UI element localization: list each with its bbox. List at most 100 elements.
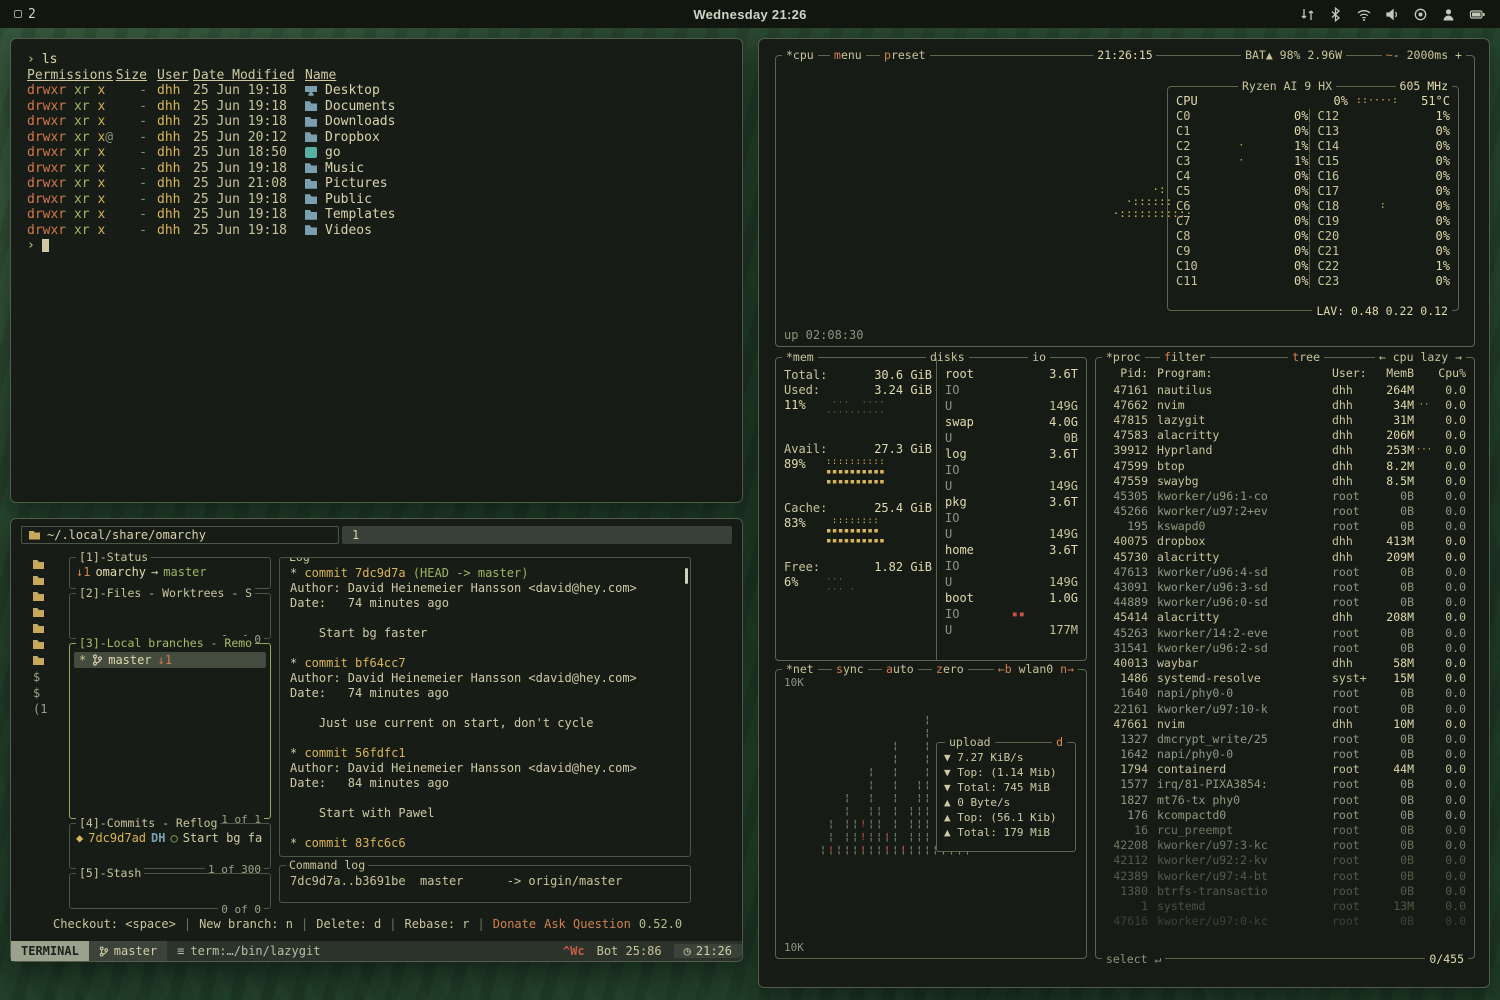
process-row[interactable]: 47662 nvim dhh 34M ·· 0.0 [1104,397,1466,412]
header-program[interactable]: Program: [1148,366,1326,380]
file-tree-item[interactable] [33,575,57,586]
process-row[interactable]: 16 rcu_preempt root 0B 0.0 [1104,822,1466,837]
update-interval[interactable]: ~- 2000ms + [1382,48,1466,62]
keybinding-item[interactable]: | [301,917,308,931]
process-row[interactable]: 42208 kworker/u97:3-kc root 0B 0.0 [1104,838,1466,853]
tab-cpu[interactable]: *cpu [782,48,818,62]
process-row[interactable]: 176 kcompactd0 root 0B 0.0 [1104,807,1466,822]
status-panel[interactable]: [1]-Status ↓1 omarchy → master [69,557,271,589]
process-row[interactable]: 45263 kworker/14:2-eve root 0B 0.0 [1104,625,1466,640]
buffer-tab[interactable]: 1 [342,526,732,544]
header-user[interactable]: User: [1326,366,1372,380]
file-tree-item[interactable] [33,639,57,650]
commits-panel[interactable]: [4]-Commits - Reflog ◆ 7dc9d7ad DH ○ Sta… [69,823,271,869]
process-row[interactable]: 31541 kworker/u96:2-sd root 0B 0.0 [1104,640,1466,655]
battery-icon[interactable] [1469,7,1486,22]
net-zero-toggle[interactable]: zero [932,662,968,676]
preset-button[interactable]: preset [880,48,930,62]
process-row[interactable]: 1 systemd root 13M 0.0 [1104,898,1466,913]
process-row[interactable]: 1827 mt76-tx phy0 root 0B 0.0 [1104,792,1466,807]
process-row[interactable]: 47559 swaybg dhh 8.5M 0.0 [1104,473,1466,488]
branch-row-selected[interactable]: * master ↓1 [74,652,266,668]
keybinding-item[interactable]: | [389,917,396,931]
header-pid[interactable]: Pid: [1104,366,1148,380]
process-row[interactable]: 45266 kworker/u97:2+ev root 0B 0.0 [1104,504,1466,519]
process-row[interactable]: 47815 lazygit dhh 31M 0.0 [1104,412,1466,427]
file-tree-item[interactable] [33,655,57,666]
process-row[interactable]: 47616 kworker/u97:0-kc root 0B 0.0 [1104,914,1466,929]
keybinding-item[interactable]: Delete: d [316,917,381,931]
keybinding-item[interactable]: 0.52.0 [639,917,682,931]
process-row[interactable]: 44889 kworker/u96:0-sd root 0B 0.0 [1104,595,1466,610]
process-row[interactable]: 39912 Hyprland dhh 253M ··· 0.0 [1104,443,1466,458]
file-tree-item[interactable] [33,559,57,570]
upload-key-hint[interactable]: d [1052,735,1067,749]
workspace-indicator[interactable]: 2 [0,7,50,22]
process-row[interactable]: 42112 kworker/u92:2-kv root 0B 0.0 [1104,853,1466,868]
file-tree-item[interactable] [33,623,57,634]
process-row[interactable]: 45305 kworker/u96:1-co root 0B 0.0 [1104,488,1466,503]
file-tree-item[interactable]: $ [33,687,57,698]
net-auto-toggle[interactable]: auto [882,662,918,676]
process-row[interactable]: 40013 waybar dhh 58M 0.0 [1104,655,1466,670]
file-tree-item[interactable] [33,607,57,618]
process-row[interactable]: 47583 alacritty dhh 206M 0.0 [1104,428,1466,443]
process-row[interactable]: 1486 systemd-resolve syst+ 15M 0.0 [1104,671,1466,686]
tree-toggle[interactable]: tree [1288,350,1324,364]
volume-icon[interactable] [1385,7,1400,22]
process-row[interactable]: 42389 kworker/u97:4-bt root 0B 0.0 [1104,868,1466,883]
process-row[interactable]: 1794 containerd root 44M 0.0 [1104,762,1466,777]
header-cpu[interactable]: Cpu% [1434,366,1466,380]
process-row[interactable]: 45414 alacritty dhh 208M 0.0 [1104,610,1466,625]
sort-selector[interactable]: ← cpu lazy → [1375,350,1466,364]
keybinding-item[interactable]: Ask Question [544,917,631,931]
process-row[interactable]: 43091 kworker/u96:3-sd root 0B 0.0 [1104,579,1466,594]
keybinding-item[interactable]: Checkout: <space> [53,917,176,931]
log-panel[interactable]: Log * commit 7dc9d7a (HEAD -> master) Au… [279,557,691,857]
process-row[interactable]: 45730 alacritty dhh 209M 0.0 [1104,549,1466,564]
tab-proc[interactable]: *proc [1102,350,1145,364]
lazygit-side-panels: [1]-Status ↓1 omarchy → master [2]-Files… [69,557,271,909]
tab-net[interactable]: *net [782,662,818,676]
process-row[interactable]: 1327 dmcrypt_write/25 root 0B 0.0 [1104,731,1466,746]
process-row[interactable]: 1642 napi/phy0-0 root 0B 0.0 [1104,747,1466,762]
menu-button[interactable]: menu [830,48,866,62]
process-row[interactable]: 47661 nvim dhh 10M 0.0 [1104,716,1466,731]
files-panel[interactable]: [2]-Files - Worktrees - S 0 of 0 [69,593,271,639]
tab-mem[interactable]: *mem [782,350,818,364]
file-tree-item[interactable] [33,591,57,602]
keybinding-item[interactable]: Donate [493,917,536,931]
record-icon[interactable] [1413,7,1428,22]
header-mem[interactable]: MemB [1372,366,1414,380]
sync-icon[interactable] [1300,7,1315,22]
prompt-line[interactable]: › [27,238,726,254]
user-icon[interactable] [1441,7,1456,22]
process-row[interactable]: 1640 napi/phy0-0 root 0B 0.0 [1104,686,1466,701]
process-row[interactable]: 195 kswapd0 root 0B 0.0 [1104,519,1466,534]
net-sync-toggle[interactable]: sync [832,662,868,676]
cpu-frequency: 605 MHz [1396,79,1452,93]
process-row[interactable]: 47161 nautilus dhh 264M 0.0 [1104,382,1466,397]
file-tree-item[interactable]: (1 [33,703,57,714]
keybinding-item[interactable]: New branch: n [199,917,293,931]
filter-button[interactable]: filter [1160,350,1210,364]
wifi-icon[interactable] [1356,7,1372,22]
keybinding-item[interactable]: Rebase: r [404,917,469,931]
process-row[interactable]: 47599 btop dhh 8.2M 0.0 [1104,458,1466,473]
stash-panel[interactable]: [5]-Stash 0 of 0 [69,873,271,909]
branches-panel[interactable]: [3]-Local branches - Remo * master ↓1 1 … [69,643,271,819]
keybinding-item[interactable]: | [184,917,191,931]
upload-label[interactable]: upload [945,735,995,749]
process-row[interactable]: 1380 btrfs-transactio root 0B 0.0 [1104,883,1466,898]
process-row[interactable]: 40075 dropbox dhh 413M 0.0 [1104,534,1466,549]
process-row[interactable]: 22161 kworker/u97:10-k root 0B 0.0 [1104,701,1466,716]
file-tree-strip: $ $ (1 [33,559,57,714]
process-row[interactable]: 1577 irq/81-PIXA3854: root 0B 0.0 [1104,777,1466,792]
keybinding-item[interactable]: | [478,917,485,931]
network-interface[interactable]: ←b wlan0 n→ [994,662,1078,676]
net-stat-line: ▼ Total: 745 MiB [944,781,1068,796]
file-tree-item[interactable]: $ [33,671,57,682]
process-row[interactable]: 47613 kworker/u96:4-sd root 0B 0.0 [1104,564,1466,579]
scrollbar-thumb[interactable] [685,568,688,584]
bluetooth-icon[interactable] [1328,7,1343,22]
